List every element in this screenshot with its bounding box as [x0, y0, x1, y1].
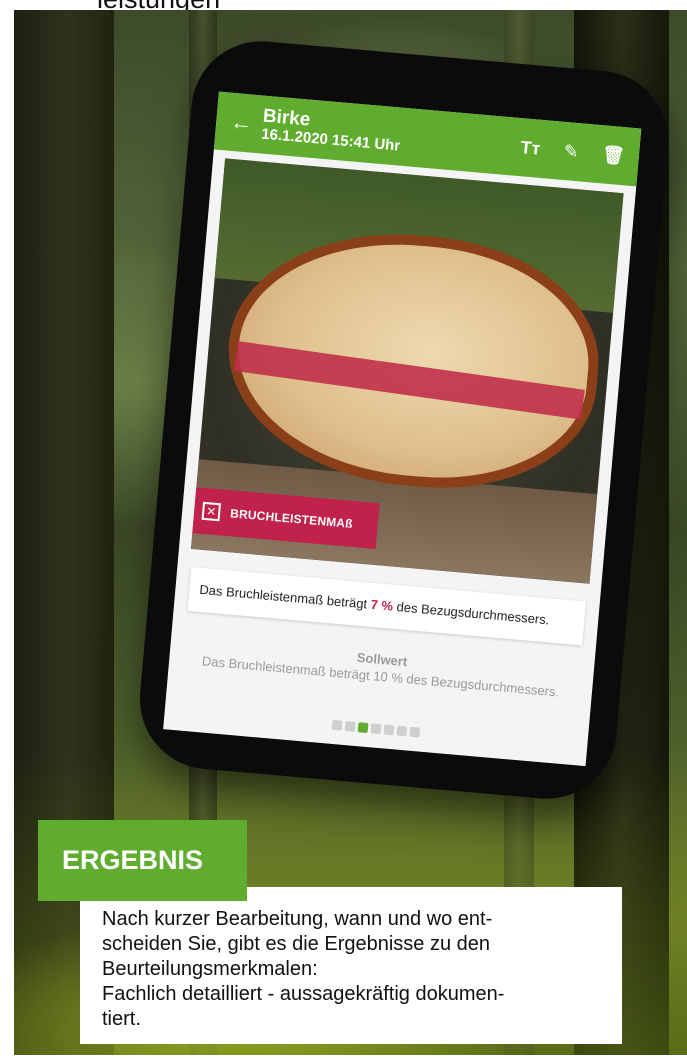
description-panel: Nach kurzer Bearbeitung, wann und wo ent… [80, 887, 622, 1044]
badge-label: BRUCHLEISTENMAß [229, 506, 354, 531]
page-dot[interactable] [344, 721, 356, 732]
phone-screen: ← Birke 16.1.2020 15:41 Uhr Tт ✎ 🗑 ✕ BRU… [163, 91, 642, 767]
description-text: Nach kurzer Bearbeitung, wann und wo ent… [102, 908, 505, 1030]
page-dot[interactable] [409, 726, 421, 738]
ergebnis-label: ERGEBNIS [38, 820, 247, 901]
page-dot[interactable] [396, 725, 408, 737]
clipped-heading: leistungen [97, 0, 220, 10]
app-actions: Tт ✎ 🗑 [520, 137, 626, 167]
trash-icon[interactable]: 🗑 [601, 144, 626, 167]
result-suffix: des Bezugsdurchmessers. [392, 598, 550, 628]
result-prefix: Das Bruchleistenmaß beträgt [198, 581, 372, 612]
arrow-left-icon[interactable]: ← [229, 109, 263, 138]
top-strip: leistungen [0, 0, 687, 10]
app-title-block: Birke 16.1.2020 15:41 Uhr [261, 106, 522, 165]
result-card: Das Bruchleistenmaß beträgt 7 % des Bezu… [187, 567, 586, 646]
page-dot[interactable] [331, 719, 343, 731]
pencil-icon[interactable]: ✎ [561, 140, 581, 162]
stump-photo: ✕ BRUCHLEISTENMAß [190, 158, 624, 584]
page-dot[interactable] [383, 724, 395, 736]
pagination-dots [164, 705, 587, 752]
target-value-section: Sollwert Das Bruchleistenmaß beträgt 10 … [183, 635, 580, 702]
phone-mockup: ← Birke 16.1.2020 15:41 Uhr Tт ✎ 🗑 ✕ BRU… [134, 35, 674, 805]
result-value: 7 % [370, 596, 394, 614]
page-dot-active[interactable] [357, 722, 369, 734]
text-size-icon[interactable]: Tт [520, 137, 541, 160]
page-dot[interactable] [370, 723, 382, 735]
close-box-icon[interactable]: ✕ [201, 501, 222, 522]
